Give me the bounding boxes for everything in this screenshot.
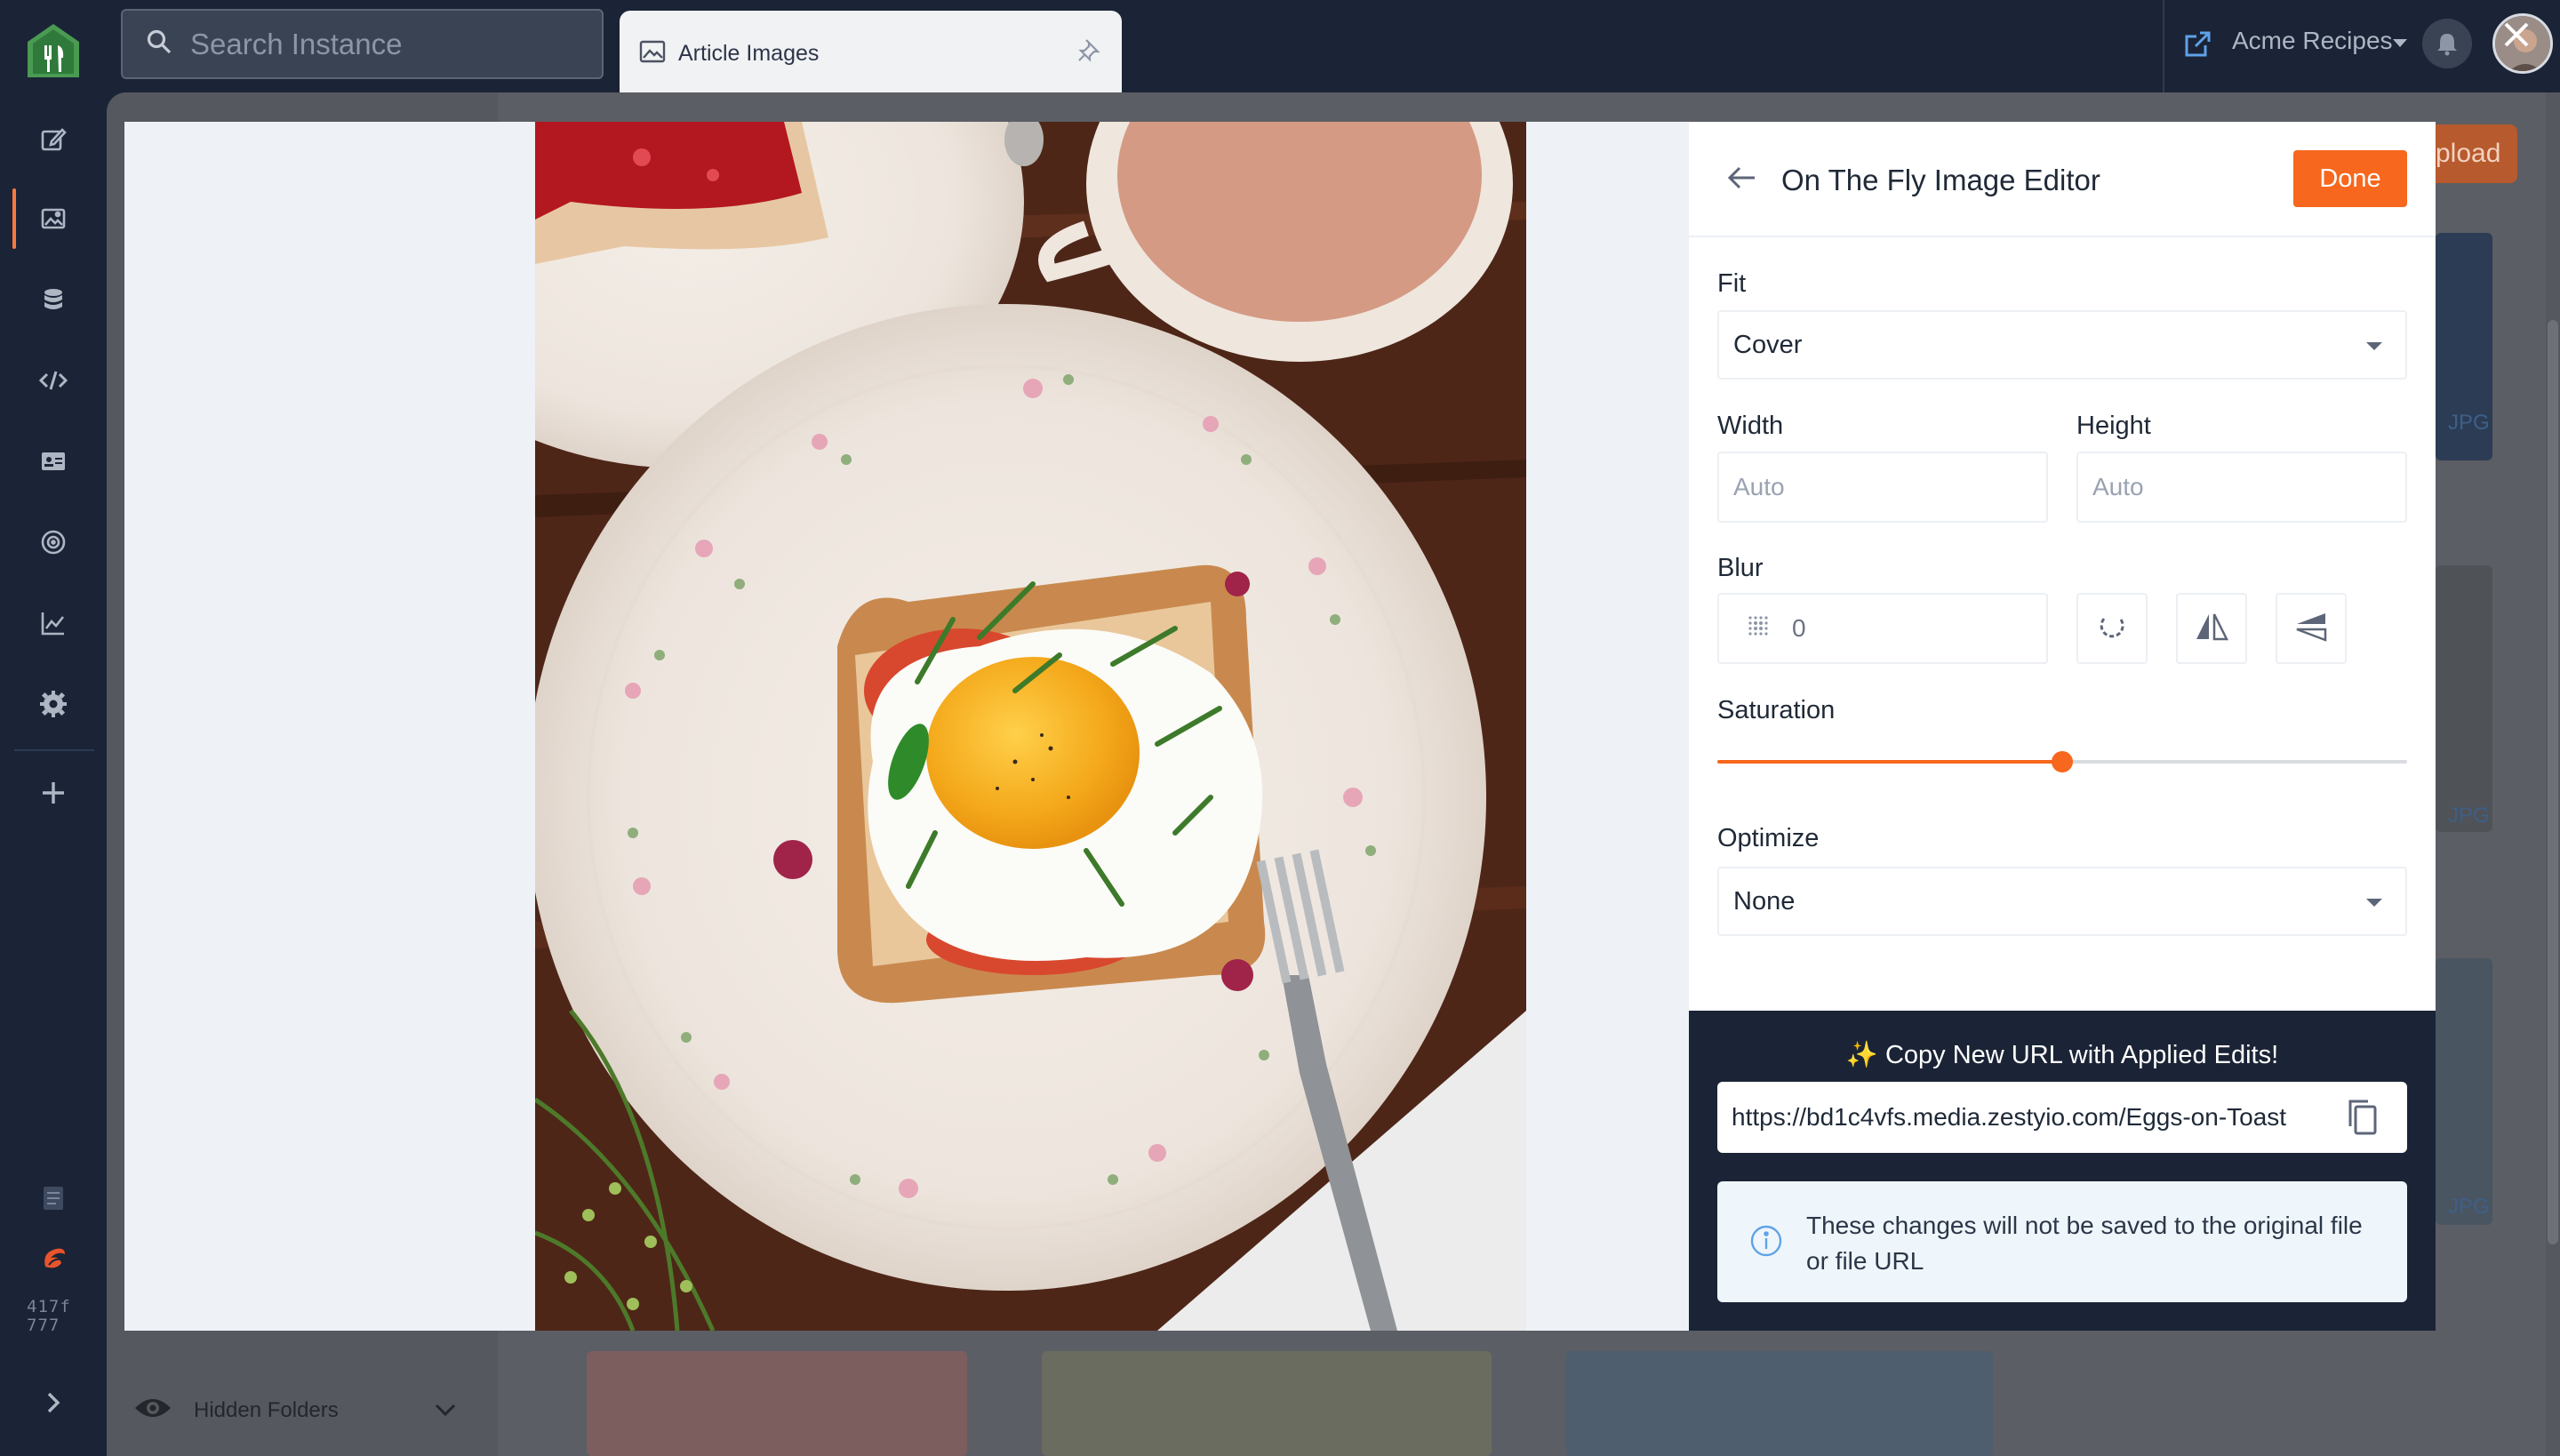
build-hash-line1: 417f <box>27 1297 71 1316</box>
scrollbar-thumb[interactable] <box>2548 320 2558 1244</box>
info-icon <box>1749 1224 1783 1262</box>
flip-horizontal-button[interactable] <box>2176 593 2247 664</box>
close-icon[interactable] <box>2494 12 2539 57</box>
done-button[interactable]: Done <box>2293 150 2407 207</box>
build-hash: 417f 777 <box>27 1298 80 1335</box>
height-input[interactable]: Auto <box>2076 452 2407 523</box>
hidden-folders-toggle[interactable]: Hidden Folders <box>133 1396 339 1425</box>
image-icon <box>639 40 666 68</box>
saturation-slider[interactable] <box>1717 751 2407 772</box>
blur-dots-icon <box>1746 613 1772 644</box>
fit-label: Fit <box>1717 269 1747 298</box>
media-card[interactable] <box>2436 958 2492 1225</box>
saturation-slider-thumb[interactable] <box>2052 751 2073 772</box>
search-instance-input[interactable]: Search Instance <box>121 9 604 79</box>
image-preview <box>535 122 1526 1331</box>
settings-icon[interactable] <box>36 686 71 722</box>
media-icon[interactable] <box>36 201 71 236</box>
chevron-down-icon[interactable] <box>434 1403 457 1421</box>
image-editor-panel: On The Fly Image Editor Done Fit Cover W… <box>1689 122 2436 1331</box>
info-text: These changes will not be saved to the o… <box>1806 1212 2363 1275</box>
width-label: Width <box>1717 412 1784 440</box>
blur-value: 0 <box>1792 614 1806 642</box>
fit-select[interactable]: Cover <box>1717 310 2407 380</box>
chevron-down-icon[interactable] <box>2393 39 2407 47</box>
seo-icon[interactable] <box>36 524 71 560</box>
instance-name[interactable]: Acme Recipes <box>2232 27 2393 55</box>
search-icon <box>146 28 172 60</box>
blur-input[interactable]: 0 <box>1717 593 2048 664</box>
optimize-select[interactable]: None <box>1717 867 2407 936</box>
left-nav-rail: 417f 777 <box>0 0 107 1456</box>
expand-icon[interactable] <box>36 1385 71 1420</box>
editor-header: On The Fly Image Editor Done <box>1689 122 2436 237</box>
schema-icon[interactable] <box>36 282 71 317</box>
copy-url-section: ✨ Copy New URL with Applied Edits! https… <box>1689 1011 2436 1331</box>
media-card[interactable] <box>2436 565 2492 832</box>
tab-label: Article Images <box>678 40 820 66</box>
tab-article-images[interactable]: Article Images <box>620 11 1122 96</box>
media-thumbnail[interactable] <box>587 1351 967 1456</box>
optimize-label: Optimize <box>1717 824 1820 852</box>
content-icon[interactable] <box>36 122 71 157</box>
arrow-left-icon[interactable] <box>1726 164 1756 196</box>
rotate-button[interactable] <box>2076 593 2148 664</box>
rotate-icon <box>2096 611 2128 647</box>
zesty-icon[interactable] <box>36 1241 71 1276</box>
upload-button[interactable]: pload <box>2432 124 2517 183</box>
code-icon[interactable] <box>36 363 71 398</box>
caret-down-icon <box>2366 342 2382 350</box>
analytics-icon[interactable] <box>36 605 71 641</box>
copy-icon[interactable] <box>2345 1098 2380 1143</box>
external-link-icon[interactable] <box>2182 29 2212 64</box>
height-placeholder: Auto <box>2092 473 2144 500</box>
new-url-field[interactable]: https://bd1c4vfs.media.zestyio.com/Eggs-… <box>1717 1082 2407 1153</box>
active-nav-indicator <box>12 188 16 249</box>
bell-icon[interactable] <box>2422 19 2472 68</box>
hidden-folders-label: Hidden Folders <box>194 1397 339 1422</box>
copy-url-title: ✨ Copy New URL with Applied Edits! <box>1845 1041 2279 1069</box>
build-hash-line2: 777 <box>27 1316 60 1335</box>
leads-icon[interactable] <box>36 444 71 479</box>
rail-divider <box>14 749 94 751</box>
search-placeholder: Search Instance <box>190 27 403 60</box>
docs-icon[interactable] <box>36 1180 71 1216</box>
flip-vertical-icon <box>2293 611 2329 647</box>
zesty-home-logo-icon[interactable] <box>26 22 81 79</box>
saturation-label: Saturation <box>1717 696 1836 724</box>
editor-title: On The Fly Image Editor <box>1781 164 2100 196</box>
blur-label: Blur <box>1717 554 1764 582</box>
flip-vertical-button[interactable] <box>2276 593 2347 664</box>
new-url-text: https://bd1c4vfs.media.zestyio.com/Eggs-… <box>1732 1103 2287 1131</box>
fit-value: Cover <box>1733 330 1803 359</box>
height-label: Height <box>2076 412 2151 440</box>
file-type-tag: JPG <box>2448 411 2490 435</box>
width-placeholder: Auto <box>1733 473 1785 500</box>
width-input[interactable]: Auto <box>1717 452 2048 523</box>
file-type-tag: JPG <box>2448 1195 2490 1219</box>
optimize-value: None <box>1733 886 1796 916</box>
eye-icon <box>133 1396 172 1425</box>
media-thumbnail[interactable] <box>1566 1351 1993 1456</box>
media-thumbnail[interactable] <box>1042 1351 1492 1456</box>
add-icon[interactable] <box>36 775 71 811</box>
saturation-slider-fill <box>1717 760 2062 764</box>
info-notice: These changes will not be saved to the o… <box>1717 1181 2407 1302</box>
file-type-tag: JPG <box>2448 804 2490 828</box>
caret-down-icon <box>2366 899 2382 907</box>
pin-icon[interactable] <box>1077 37 1100 67</box>
flip-horizontal-icon <box>2194 611 2229 647</box>
eggs-on-toast-photo <box>535 122 1526 1331</box>
